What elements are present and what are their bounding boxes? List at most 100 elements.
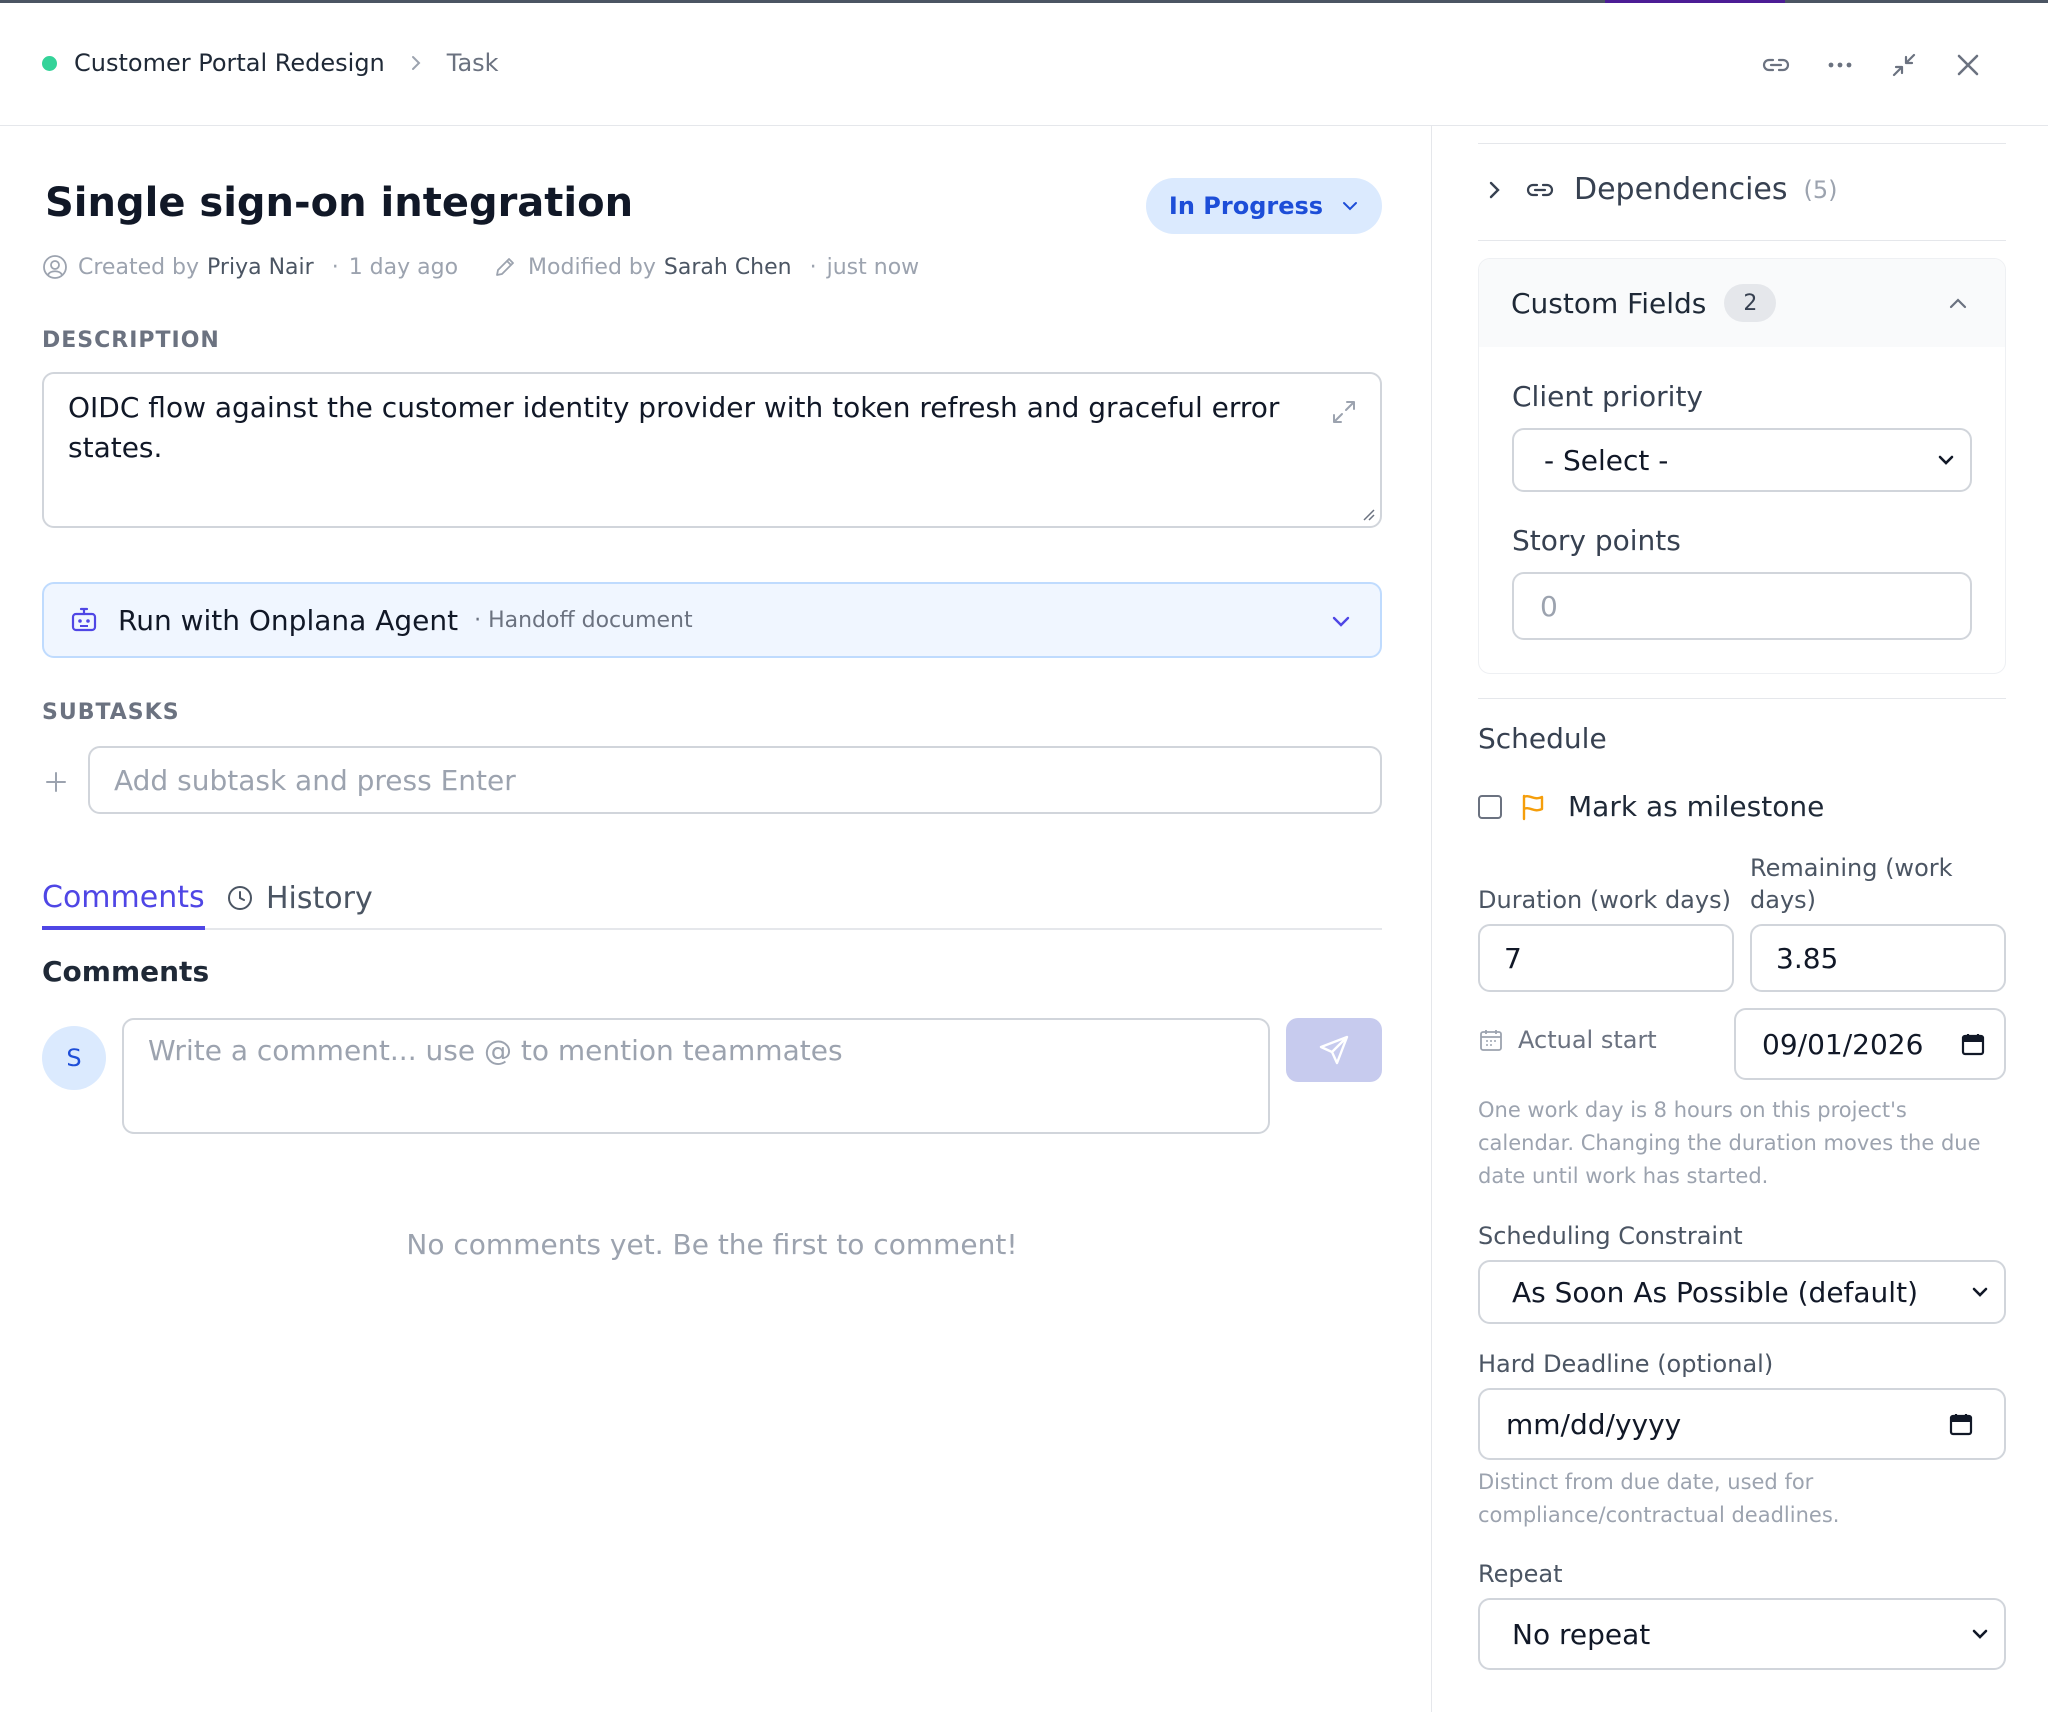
avatar: S [42, 1026, 106, 1090]
close-icon[interactable] [1950, 47, 1986, 83]
tab-history-label: History [266, 880, 373, 916]
story-points-input[interactable]: 0 [1512, 572, 1972, 640]
breadcrumb-task: Task [446, 49, 499, 77]
chevron-right-icon [407, 54, 425, 72]
breadcrumb-project[interactable]: Customer Portal Redesign [74, 49, 385, 77]
custom-fields-count: 2 [1724, 284, 1777, 322]
chevron-down-icon [1938, 455, 1954, 465]
tab-bar: Comments History [42, 868, 1382, 930]
description-label: DESCRIPTION [42, 328, 220, 353]
clock-icon [228, 886, 252, 910]
dependencies-count: (5) [1803, 175, 1838, 204]
comments-heading: Comments [42, 955, 210, 988]
scheduling-constraint-label: Scheduling Constraint [1478, 1222, 1743, 1250]
description-field[interactable]: OIDC flow against the customer identity … [42, 372, 1382, 528]
link-icon [1526, 183, 1554, 196]
dependencies-toggle[interactable]: Dependencies (5) [1484, 172, 1838, 207]
chevron-down-icon [1972, 1629, 1988, 1639]
milestone-checkbox-row[interactable]: Mark as milestone [1478, 790, 1824, 823]
help-line: date until work has started. [1478, 1164, 1769, 1188]
panel-header: Customer Portal Redesign Task [0, 3, 2048, 126]
repeat-value: No repeat [1512, 1617, 1651, 1651]
divider [1478, 698, 2006, 699]
breadcrumb: Customer Portal Redesign Task [42, 49, 499, 77]
milestone-checkbox[interactable] [1478, 794, 1502, 819]
deadline-help: Distinct from due date, used for complia… [1478, 1466, 2018, 1532]
tab-history[interactable]: History [226, 868, 373, 928]
pencil-icon [496, 258, 514, 276]
duration-input[interactable]: 7 [1478, 924, 1734, 992]
created-by: Priya Nair [207, 254, 314, 280]
divider [1478, 143, 2006, 144]
subtasks-label: SUBTASKS [42, 700, 180, 725]
scheduling-constraint-select[interactable]: As Soon As Possible (default) [1478, 1260, 2006, 1324]
plus-icon[interactable] [44, 764, 68, 802]
task-meta: Created by Priya Nair · 1 day ago Modifi… [42, 254, 919, 280]
duration-label: Duration (work days) [1478, 886, 1731, 914]
link-icon[interactable] [1758, 47, 1794, 83]
help-line: One work day is 8 hours on this project'… [1478, 1098, 1907, 1122]
header-actions [1758, 47, 1986, 83]
dependencies-label: Dependencies [1574, 172, 1788, 207]
custom-fields-header[interactable]: Custom Fields 2 [1479, 259, 2005, 347]
remaining-input[interactable]: 3.85 [1750, 924, 2006, 992]
hard-deadline-label: Hard Deadline (optional) [1478, 1350, 1774, 1378]
empty-comments-message: No comments yet. Be the first to comment… [406, 1228, 1018, 1261]
modified-label: Modified by [528, 254, 656, 280]
robot-icon [71, 607, 97, 632]
meta-separator: · [809, 254, 817, 280]
story-points-label: Story points [1512, 524, 1681, 557]
resize-handle-icon[interactable] [1360, 506, 1376, 522]
description-text: OIDC flow against the customer identity … [68, 391, 1280, 464]
add-subtask-input[interactable] [88, 746, 1382, 814]
user-circle-icon [43, 255, 67, 279]
send-icon [1319, 1035, 1349, 1065]
project-color-dot [42, 55, 57, 71]
column-divider [1431, 126, 1432, 1712]
chevron-down-icon [1972, 1287, 1988, 1297]
send-button[interactable] [1286, 1018, 1382, 1082]
client-priority-label: Client priority [1512, 380, 1703, 413]
remaining-label-line-2: days) [1750, 886, 1817, 914]
help-line: calendar. Changing the duration moves th… [1478, 1131, 1981, 1155]
scheduling-constraint-value: As Soon As Possible (default) [1512, 1275, 1918, 1309]
actual-start-label-row: Actual start [1478, 1026, 1657, 1054]
divider [1478, 240, 2006, 241]
help-line: Distinct from due date, used for [1478, 1470, 1814, 1494]
work-day-help: One work day is 8 hours on this project'… [1478, 1094, 2018, 1193]
minimize-icon[interactable] [1886, 47, 1922, 83]
meta-separator: · [331, 254, 339, 280]
chevron-right-icon [1489, 181, 1500, 198]
task-title[interactable]: Single sign-on integration [45, 180, 633, 226]
actual-start-date-input[interactable]: 09/01/2026 [1734, 1008, 2006, 1080]
calendar-picker-icon[interactable] [1948, 1411, 1974, 1437]
status-label: In Progress [1168, 192, 1324, 220]
hard-deadline-date-input[interactable]: mm/dd/yyyy [1478, 1388, 2006, 1460]
actual-start-label: Actual start [1518, 1026, 1657, 1054]
milestone-label: Mark as milestone [1568, 790, 1825, 823]
actual-start-value: 09/01/2026 [1762, 1027, 1924, 1061]
chevron-down-icon[interactable] [1330, 610, 1352, 632]
more-icon[interactable] [1822, 47, 1858, 83]
modified-when: just now [826, 254, 920, 280]
calendar-icon [1480, 1030, 1502, 1051]
client-priority-select[interactable]: - Select - [1512, 428, 1972, 492]
expand-icon[interactable] [1330, 398, 1358, 426]
run-agent-panel[interactable]: Run with Onplana Agent · Handoff documen… [42, 582, 1382, 658]
repeat-label: Repeat [1478, 1560, 1563, 1588]
created-when: 1 day ago [348, 254, 459, 280]
repeat-select[interactable]: No repeat [1478, 1598, 2006, 1670]
help-line: compliance/contractual deadlines. [1478, 1503, 1840, 1527]
tab-comments[interactable]: Comments [42, 868, 205, 930]
status-dropdown[interactable]: In Progress [1146, 178, 1382, 234]
chevron-down-icon [1343, 202, 1358, 211]
hard-deadline-placeholder: mm/dd/yyyy [1506, 1407, 1682, 1441]
agent-label: Run with Onplana Agent [118, 603, 459, 637]
calendar-picker-icon[interactable] [1960, 1031, 1986, 1057]
modified-by: Sarah Chen [663, 254, 792, 280]
comment-input[interactable] [122, 1018, 1270, 1134]
chevron-up-icon[interactable] [1947, 293, 1969, 315]
client-priority-value: - Select - [1544, 443, 1669, 477]
custom-fields-label: Custom Fields [1511, 286, 1707, 320]
schedule-heading: Schedule [1478, 722, 1607, 755]
